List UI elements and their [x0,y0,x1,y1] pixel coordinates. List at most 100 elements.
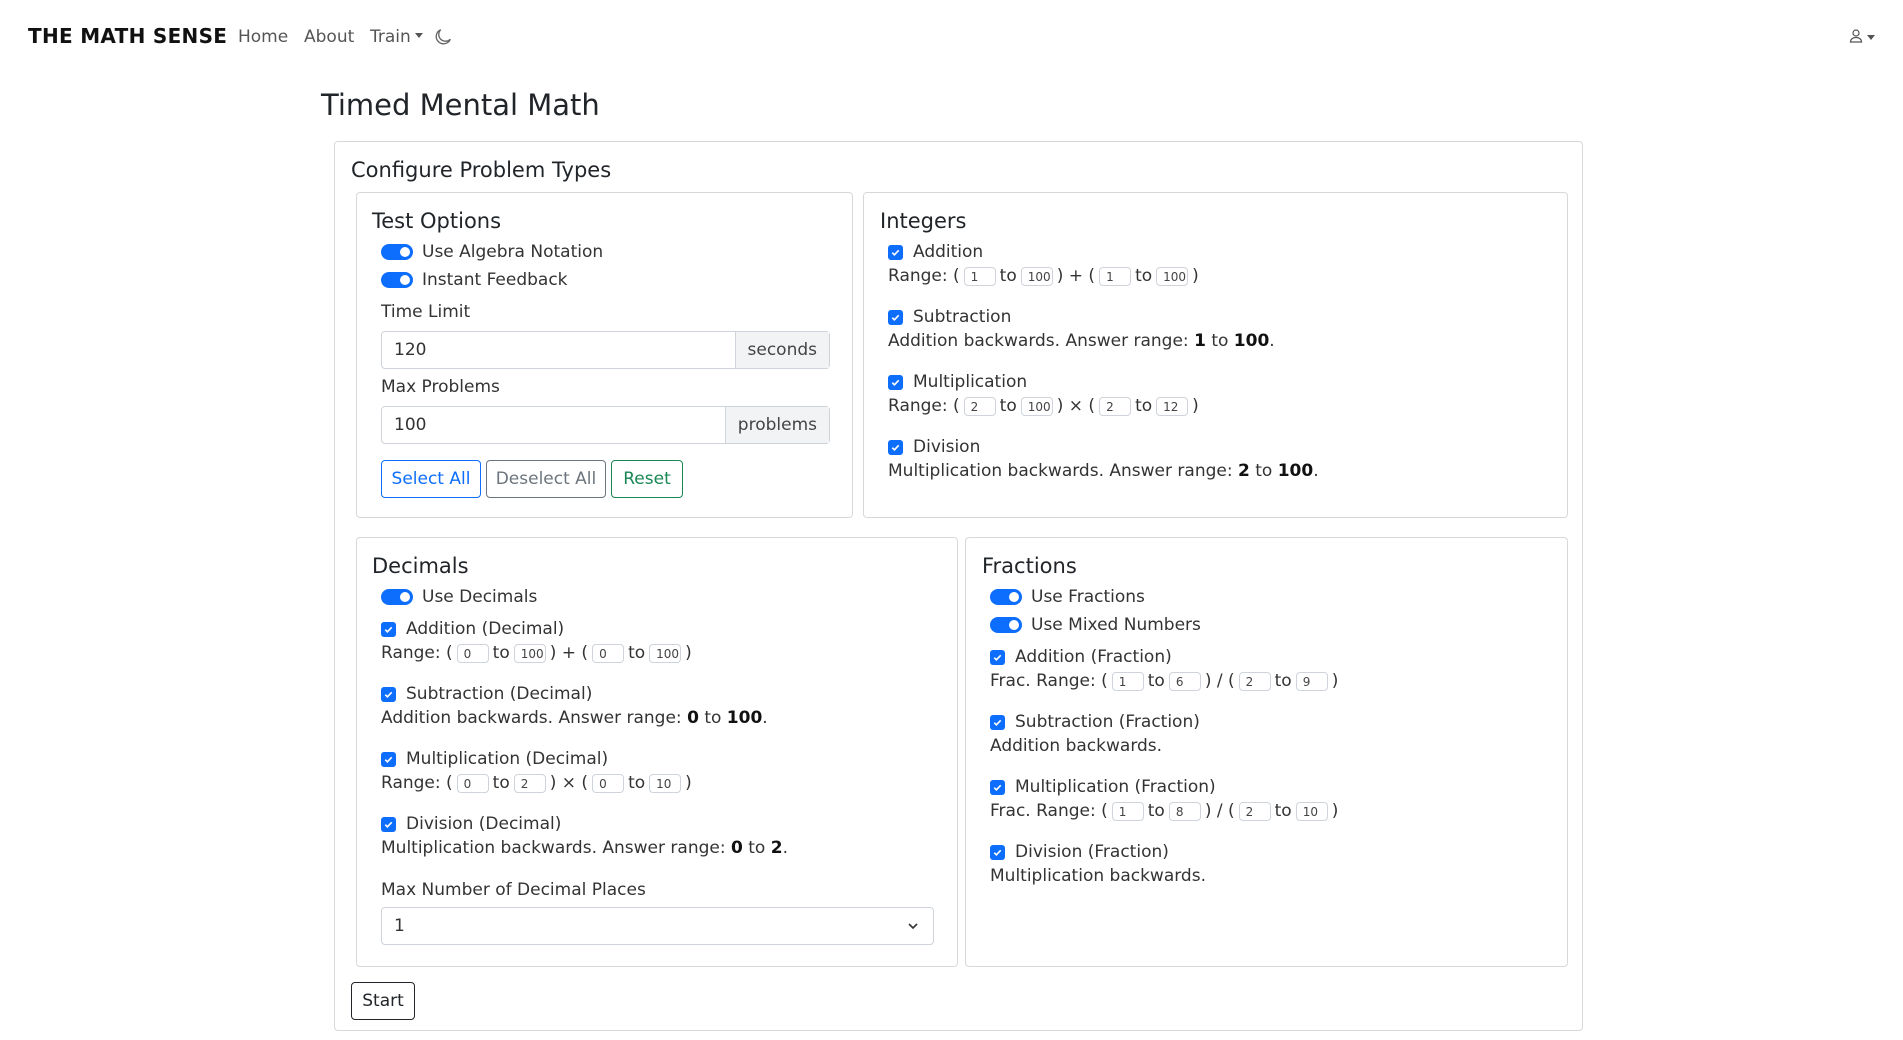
reset-button[interactable]: Reset [611,460,683,498]
int-add-b-min-input[interactable]: 1 [1099,266,1132,286]
range-label: Range: ( [888,396,960,416]
frac-add-b-max-input[interactable]: 9 [1295,671,1328,691]
dec-addition-range: Range: (0 to 100) + (0 to 100) [381,643,692,663]
int-mul-b-min-input[interactable]: 2 [1099,396,1132,416]
feedback-toggle[interactable] [381,272,413,288]
frac-add-a-max-input[interactable]: 6 [1168,671,1201,691]
time-limit-field[interactable]: 120 seconds [381,331,830,369]
feedback-toggle-row[interactable]: Instant Feedback [381,270,568,290]
answer-max: 2 [770,838,783,858]
to-label: to [1147,801,1165,821]
dec-addition-checkbox-row[interactable]: Addition (Decimal) [381,619,564,639]
int-mul-b-max-input[interactable]: 12 [1156,396,1189,416]
dec-mul-a-max-input[interactable]: 2 [513,773,546,793]
moon-icon[interactable] [434,28,452,46]
check-icon[interactable] [888,244,903,260]
int-mul-a-max-input[interactable]: 100 [1020,396,1053,416]
nav-about[interactable]: About [304,27,354,47]
frac-division-checkbox-row[interactable]: Division (Fraction) [990,842,1169,862]
to-label: to [492,773,510,793]
dec-subtraction-checkbox-row[interactable]: Subtraction (Decimal) [381,684,592,704]
frac-add-a-min-input[interactable]: 1 [1111,671,1144,691]
fractions-card: Fractions Use Fractions Use Mixed Number… [965,537,1568,967]
dec-division-checkbox-row[interactable]: Division (Decimal) [381,814,561,834]
frac-addition-checkbox-row[interactable]: Addition (Fraction) [990,647,1172,667]
start-button[interactable]: Start [351,982,415,1020]
check-icon[interactable] [381,621,396,637]
check-icon[interactable] [381,686,396,702]
frac-range-label: Frac. Range: ( [990,801,1108,821]
dec-mul-b-min-input[interactable]: 0 [592,773,625,793]
dec-add-b-min-input[interactable]: 0 [592,643,625,663]
to-label: to [1255,461,1273,481]
check-icon[interactable] [381,751,396,767]
desc-text: Addition backwards. Answer range: [381,708,682,728]
to-label: to [628,773,646,793]
max-problems-input[interactable]: 100 [382,407,725,443]
frac-mul-b-max-input[interactable]: 10 [1295,801,1328,821]
algebra-toggle-row[interactable]: Use Algebra Notation [381,242,603,262]
int-division-checkbox-row[interactable]: Division [888,437,980,457]
to-label: to [1135,266,1153,286]
use-decimals-toggle[interactable] [381,589,413,605]
int-multiplication-checkbox-row[interactable]: Multiplication [888,372,1027,392]
use-mixed-toggle-row[interactable]: Use Mixed Numbers [990,615,1201,635]
max-decimal-places-select[interactable]: 1 [381,907,934,945]
answer-min: 0 [730,838,743,858]
int-subtraction-checkbox-row[interactable]: Subtraction [888,307,1011,327]
use-mixed-toggle[interactable] [990,617,1022,633]
frac-subtraction-desc: Addition backwards. [990,736,1162,756]
frac-multiplication-checkbox-row[interactable]: Multiplication (Fraction) [990,777,1216,797]
period: . [782,838,788,858]
dec-add-b-max-input[interactable]: 100 [649,643,682,663]
check-icon[interactable] [990,779,1005,795]
use-decimals-toggle-row[interactable]: Use Decimals [381,587,537,607]
frac-mul-a-min-input[interactable]: 1 [1111,801,1144,821]
to-label: to [748,838,766,858]
period: . [1269,331,1275,351]
dec-subtraction-label: Subtraction (Decimal) [406,684,593,704]
check-icon[interactable] [990,844,1005,860]
select-all-button[interactable]: Select All [381,460,481,498]
desc-text: Multiplication backwards. [990,866,1206,886]
dec-mul-b-max-input[interactable]: 10 [649,773,682,793]
int-mul-a-min-input[interactable]: 2 [963,396,996,416]
frac-mul-b-min-input[interactable]: 2 [1238,801,1271,821]
nav-home[interactable]: Home [238,27,288,47]
int-add-a-min-input[interactable]: 1 [963,266,996,286]
check-icon[interactable] [990,649,1005,665]
check-icon[interactable] [381,816,396,832]
range-label: Range: ( [888,266,960,286]
brand-logo[interactable]: THE MATH SENSE [28,24,227,48]
to-label: to [628,643,646,663]
dec-mul-a-min-input[interactable]: 0 [456,773,489,793]
div-label: ) / ( [1204,801,1235,821]
algebra-toggle[interactable] [381,244,413,260]
int-addition-checkbox-row[interactable]: Addition [888,242,983,262]
check-icon[interactable] [888,309,903,325]
dec-multiplication-checkbox-row[interactable]: Multiplication (Decimal) [381,749,608,769]
user-menu-dropdown[interactable] [1848,27,1882,47]
check-icon[interactable] [888,374,903,390]
deselect-all-button[interactable]: Deselect All [486,460,606,498]
frac-subtraction-checkbox-row[interactable]: Subtraction (Fraction) [990,712,1200,732]
check-icon[interactable] [990,714,1005,730]
close-paren: ) [685,643,692,663]
time-limit-input[interactable]: 120 [382,332,735,368]
use-fractions-toggle-row[interactable]: Use Fractions [990,587,1145,607]
dec-addition-label: Addition (Decimal) [406,619,565,639]
navbar: THE MATH SENSE Home About Train [0,0,1903,74]
check-icon[interactable] [888,439,903,455]
use-fractions-toggle[interactable] [990,589,1022,605]
frac-add-b-min-input[interactable]: 2 [1238,671,1271,691]
dec-add-a-max-input[interactable]: 100 [513,643,546,663]
int-add-b-max-input[interactable]: 100 [1156,266,1189,286]
nav-train-dropdown[interactable]: Train [370,27,423,47]
configure-card: Configure Problem Types Test Options Use… [334,141,1583,1031]
frac-mul-a-max-input[interactable]: 8 [1168,801,1201,821]
int-subtraction-desc: Addition backwards. Answer range: 1 to 1… [888,331,1275,351]
max-problems-field[interactable]: 100 problems [381,406,830,444]
int-add-a-max-input[interactable]: 100 [1020,266,1053,286]
dec-add-a-min-input[interactable]: 0 [456,643,489,663]
answer-max: 100 [1277,461,1314,481]
